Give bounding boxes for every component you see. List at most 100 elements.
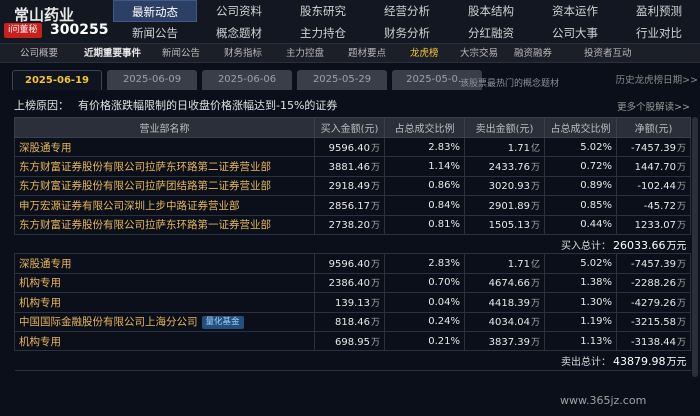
more-analysis-link[interactable]: 更多个股解读>> [617, 99, 690, 113]
nav-item[interactable]: 分红融资 [449, 22, 533, 44]
nav-item[interactable]: 公司大事 [533, 22, 617, 44]
subnav-item[interactable]: 近期重要事件 [84, 44, 141, 63]
watermark: www.365jz.com [560, 394, 647, 407]
total-label: 卖出总计： [561, 356, 611, 368]
nav-item[interactable]: 公司资料 [197, 0, 281, 22]
reason-text: 有价格涨跌幅限制的日收盘价格涨幅达到-15%的证券 [78, 99, 338, 112]
table-cell: 0.24% [384, 311, 465, 332]
date-tab[interactable]: 2025-05-29 [297, 70, 387, 90]
nav-item[interactable]: 股本结构 [449, 0, 533, 22]
column-header[interactable]: 卖出金额(元) [464, 117, 545, 138]
date-tab[interactable]: 2025-06-09 [107, 70, 197, 90]
nav-item[interactable]: 行业对比 [617, 22, 700, 44]
unit-label: 万 [370, 298, 380, 309]
branch-name-link[interactable]: 东方财富证券股份有限公司拉萨团结路第二证券营业部 [14, 175, 315, 197]
nav-item[interactable]: 资本运作 [533, 0, 617, 22]
table-row: 东方财富证券股份有限公司拉萨东环路第二证券营业部 3881.46万 1.14% 243… [14, 156, 691, 177]
nav-item[interactable]: 财务分析 [365, 22, 449, 44]
stock-brand: 常山药业 i问董秘 300255 [0, 0, 108, 44]
nav-item[interactable]: 经营分析 [365, 0, 449, 22]
unit-label: 万 [370, 260, 380, 271]
table-row: 东方财富证券股份有限公司拉萨团结路第二证券营业部 2918.49万 0.86% 302… [14, 175, 691, 197]
table-row: 机构专用 698.95万 0.21% 3837.39万 1.13% -3138.44万 [14, 330, 691, 352]
branch-name-link[interactable]: 机构专用 [14, 272, 315, 294]
branch-name-link[interactable]: 东方财富证券股份有限公司拉萨东环路第二证券营业部 [14, 156, 315, 177]
date-tab[interactable]: 2025-06-06 [202, 70, 292, 90]
subnav-item[interactable]: 新闻公告 [162, 44, 200, 63]
unit-label: 万 [530, 182, 540, 193]
unit-label: 万 [530, 279, 540, 290]
nav-item[interactable]: 新闻公告 [113, 22, 197, 44]
subnav-item[interactable]: 大宗交易 [460, 44, 498, 63]
branch-name-link[interactable]: 申万宏源证券有限公司深圳上步中路证券营业部 [14, 195, 315, 216]
table-cell: 0.81% [384, 214, 465, 235]
table-cell: 5.02% [544, 253, 617, 274]
unit-label: 万 [370, 221, 380, 232]
branch-name-link[interactable]: 深股通专用 [14, 253, 315, 274]
table-cell: 0.44% [544, 214, 617, 235]
unit-label: 万 [530, 318, 540, 329]
date-tab[interactable]: 2025-06-19 [12, 70, 102, 90]
stock-header: 常山药业 i问董秘 300255 最新动态 公司资料 股东研究 经营分析 股本结构 资本运… [0, 0, 700, 44]
unit-label: 万 [530, 201, 540, 212]
table-cell: 0.85% [544, 195, 617, 216]
sell-total-row: 卖出总计： 43879.98万元 [14, 350, 691, 371]
table-cell: 0.70% [384, 272, 465, 294]
table-cell: 1.71亿 [464, 253, 545, 274]
table-cell: -3138.44万 [616, 330, 691, 352]
branch-name-link[interactable]: 深股通专用 [14, 136, 315, 158]
table-cell: 4418.39万 [464, 292, 545, 313]
unit-label: 亿 [530, 260, 540, 271]
nav-item[interactable]: 盈利预测 [617, 0, 700, 22]
subnav-item[interactable]: 龙虎榜 [410, 44, 439, 63]
nav-item[interactable]: 股东研究 [281, 0, 365, 22]
history-dates-link[interactable]: 历史龙虎榜日期>> [616, 72, 698, 86]
subnav-item[interactable]: 财务指标 [224, 44, 262, 63]
subnav-item[interactable]: 主力控盘 [286, 44, 324, 63]
table-cell: 2856.17万 [314, 195, 385, 216]
ask-secretary-badge[interactable]: i问董秘 [4, 23, 42, 38]
table-cell: 2433.76万 [464, 156, 545, 177]
subnav-item[interactable]: 公司概要 [20, 44, 58, 63]
unit-label: 万 [676, 163, 686, 174]
table-cell: 0.21% [384, 330, 465, 352]
buy-total-row: 买入总计： 26033.66万元 [14, 233, 691, 255]
nav-item[interactable]: 主力持仓 [281, 22, 365, 44]
table-cell: 1.14% [384, 156, 465, 177]
table-cell: 1447.70万 [616, 156, 691, 177]
nav-item[interactable]: 概念题材 [197, 22, 281, 44]
column-header[interactable]: 净额(元) [616, 117, 691, 138]
table-cell: -7457.39万 [616, 136, 691, 158]
branch-name-link[interactable]: 中国国际金融股份有限公司上海分公司 量化基金 [14, 311, 315, 332]
table-cell: 0.04% [384, 292, 465, 313]
subnav-item[interactable]: 题材要点 [348, 44, 386, 63]
stock-code: 300255 [50, 22, 109, 38]
table-cell: 0.84% [384, 195, 465, 216]
table-cell: -3215.58万 [616, 311, 691, 332]
unit-label: 万 [530, 337, 540, 348]
table-cell: -102.44万 [616, 175, 691, 197]
nav-item[interactable]: 最新动态 [113, 0, 197, 22]
table-cell: 1.30% [544, 292, 617, 313]
unit-label: 万 [530, 298, 540, 309]
column-header[interactable]: 买入金额(元) [314, 117, 385, 138]
unit-label: 万 [370, 337, 380, 348]
branch-name-link[interactable]: 机构专用 [14, 330, 315, 352]
table-row: 机构专用 2386.40万 0.70% 4674.66万 1.38% -2288.26万 [14, 272, 691, 294]
column-header[interactable]: 占总成交比例 [544, 117, 617, 138]
unit-label: 亿 [530, 143, 540, 154]
table-row: 深股通专用 9596.40万 2.83% 1.71亿 5.02% -7457.39万 [14, 253, 691, 274]
branch-name-link[interactable]: 机构专用 [14, 292, 315, 313]
table-cell: 1505.13万 [464, 214, 545, 235]
branch-name-link[interactable]: 东方财富证券股份有限公司拉萨东环路第一证券营业部 [14, 214, 315, 235]
unit-label: 万 [676, 298, 686, 309]
table-cell: 2738.20万 [314, 214, 385, 235]
subnav-item[interactable]: 投资者互动 [584, 44, 632, 63]
table-row: 中国国际金融股份有限公司上海分公司 量化基金 818.46万 0.24% 4034.04… [14, 311, 691, 332]
column-header[interactable]: 占总成交比例 [384, 117, 465, 138]
listing-reason: 上榜原因： 有价格涨跌幅限制的日收盘价格涨幅达到-15%的证券 更多个股解读>> [14, 95, 690, 115]
sub-nav: 公司概要 近期重要事件 新闻公告 财务指标 主力控盘 题材要点 龙虎榜 大宗交易 融资融券 投资者… [0, 44, 700, 63]
column-header[interactable]: 营业部名称 [14, 117, 315, 138]
scrollbar[interactable] [692, 117, 698, 377]
subnav-item[interactable]: 融资融券 [514, 44, 552, 63]
